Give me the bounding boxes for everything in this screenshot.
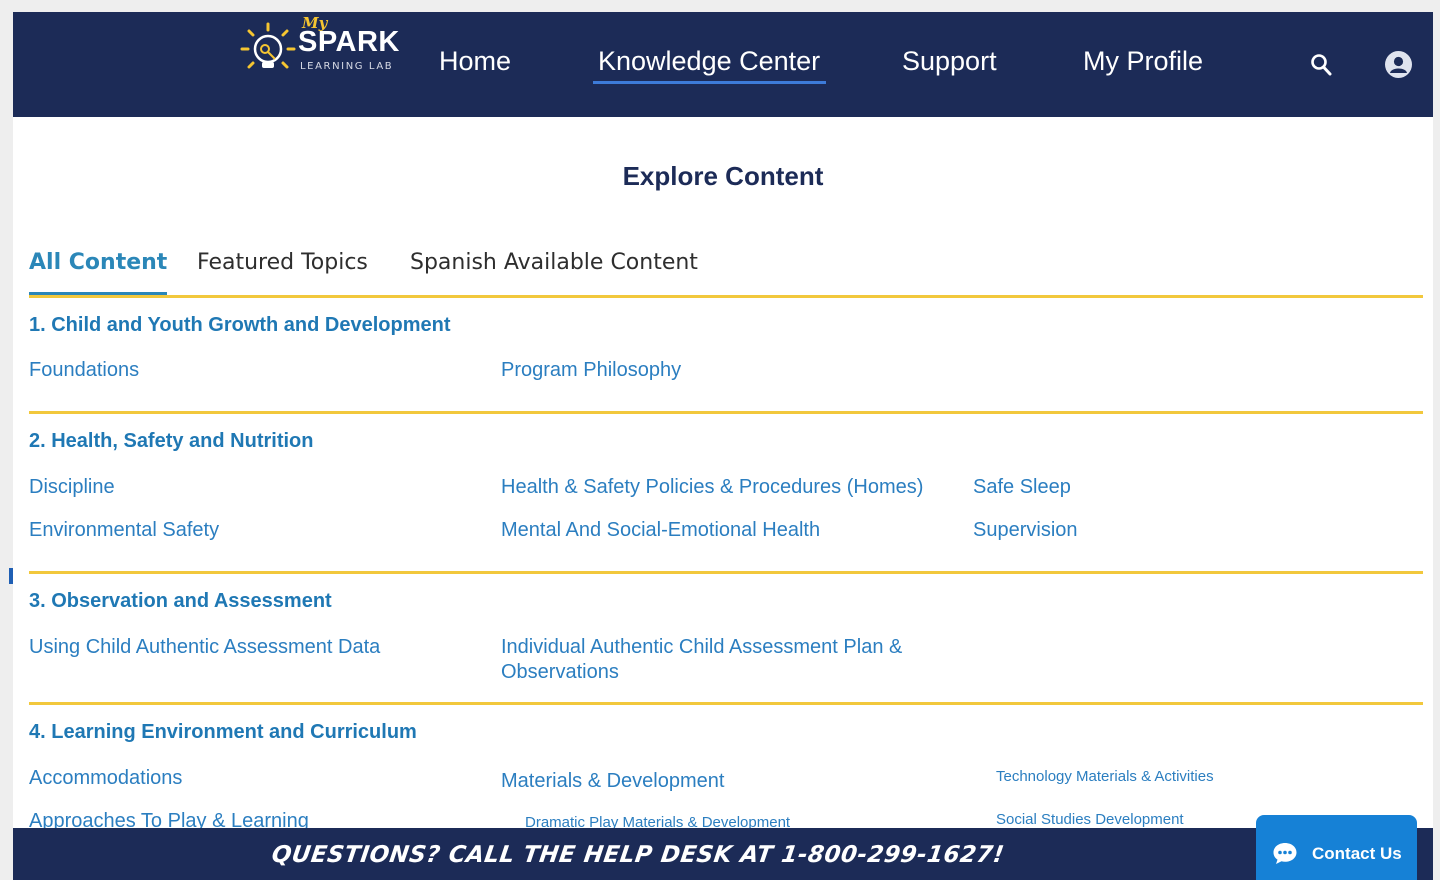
section-divider bbox=[29, 295, 1423, 298]
page-title: Explore Content bbox=[622, 161, 824, 191]
logo-wordmark: SPARK bbox=[298, 26, 400, 58]
section-heading[interactable]: 1. Child and Youth Growth and Developmen… bbox=[29, 314, 451, 337]
topic-link[interactable]: Technology Materials & Activities bbox=[996, 764, 1214, 789]
section-divider bbox=[29, 702, 1423, 705]
tab-featured-topics[interactable]: Featured Topics bbox=[197, 250, 368, 275]
contact-us-button[interactable]: Contact Us bbox=[1256, 815, 1417, 880]
nav-my-profile[interactable]: My Profile bbox=[1083, 46, 1203, 77]
topic-link[interactable]: Program Philosophy bbox=[501, 358, 681, 383]
nav-knowledge-center[interactable]: Knowledge Center bbox=[592, 46, 827, 84]
chat-bubble-icon bbox=[1273, 843, 1297, 864]
help-desk-text: QUESTIONS? CALL THE HELP DESK AT 1-800-2… bbox=[270, 842, 1006, 868]
topic-link[interactable]: Safe Sleep bbox=[973, 475, 1071, 500]
topic-link[interactable]: Using Child Authentic Assessment Data bbox=[29, 635, 380, 660]
user-avatar-icon[interactable] bbox=[1385, 51, 1412, 78]
topic-link[interactable]: Discipline bbox=[29, 475, 115, 500]
topic-link[interactable]: Mental And Social-Emotional Health bbox=[501, 518, 820, 543]
topic-link[interactable]: Individual Authentic Child Assessment Pl… bbox=[501, 635, 951, 685]
nav-support[interactable]: Support bbox=[902, 46, 997, 77]
tab-spanish-available-content[interactable]: Spanish Available Content bbox=[410, 250, 698, 275]
tab-all-content[interactable]: All Content bbox=[29, 250, 168, 295]
topic-link[interactable]: Health & Safety Policies & Procedures (H… bbox=[501, 475, 923, 500]
section-heading[interactable]: 2. Health, Safety and Nutrition bbox=[29, 430, 313, 453]
nav-home[interactable]: Home bbox=[439, 46, 511, 77]
topic-link[interactable]: Materials & Development bbox=[501, 769, 724, 794]
topic-link[interactable]: Environmental Safety bbox=[29, 518, 219, 543]
search-icon[interactable] bbox=[1309, 52, 1333, 78]
browser-page: My SPARK LEARNING LAB Home Knowledge Cen… bbox=[13, 12, 1433, 880]
logo-subtitle: LEARNING LAB bbox=[300, 61, 394, 72]
top-navigation-bar: My SPARK LEARNING LAB Home Knowledge Cen… bbox=[13, 12, 1433, 117]
section-divider bbox=[29, 411, 1423, 414]
section-heading[interactable]: 4. Learning Environment and Curriculum bbox=[29, 721, 417, 744]
spark-logo[interactable]: My SPARK LEARNING LAB bbox=[240, 14, 410, 80]
section-divider bbox=[29, 571, 1423, 574]
topic-link[interactable]: Foundations bbox=[29, 358, 139, 383]
topic-link[interactable]: Accommodations bbox=[29, 766, 182, 791]
topic-link[interactable]: Supervision bbox=[973, 518, 1078, 543]
contact-us-label: Contact Us bbox=[1312, 844, 1402, 863]
help-desk-banner: QUESTIONS? CALL THE HELP DESK AT 1-800-2… bbox=[13, 828, 1433, 880]
lightbulb-logo-icon bbox=[240, 22, 296, 69]
section-heading[interactable]: 3. Observation and Assessment bbox=[29, 590, 332, 613]
